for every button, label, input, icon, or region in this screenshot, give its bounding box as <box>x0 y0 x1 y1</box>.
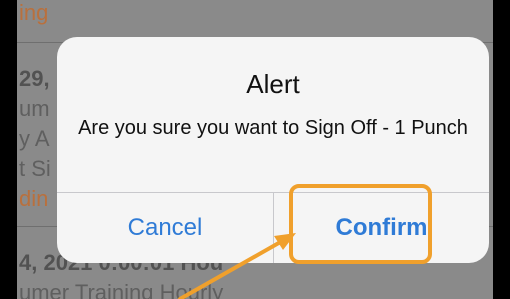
pointer-arrow-icon <box>178 233 296 299</box>
